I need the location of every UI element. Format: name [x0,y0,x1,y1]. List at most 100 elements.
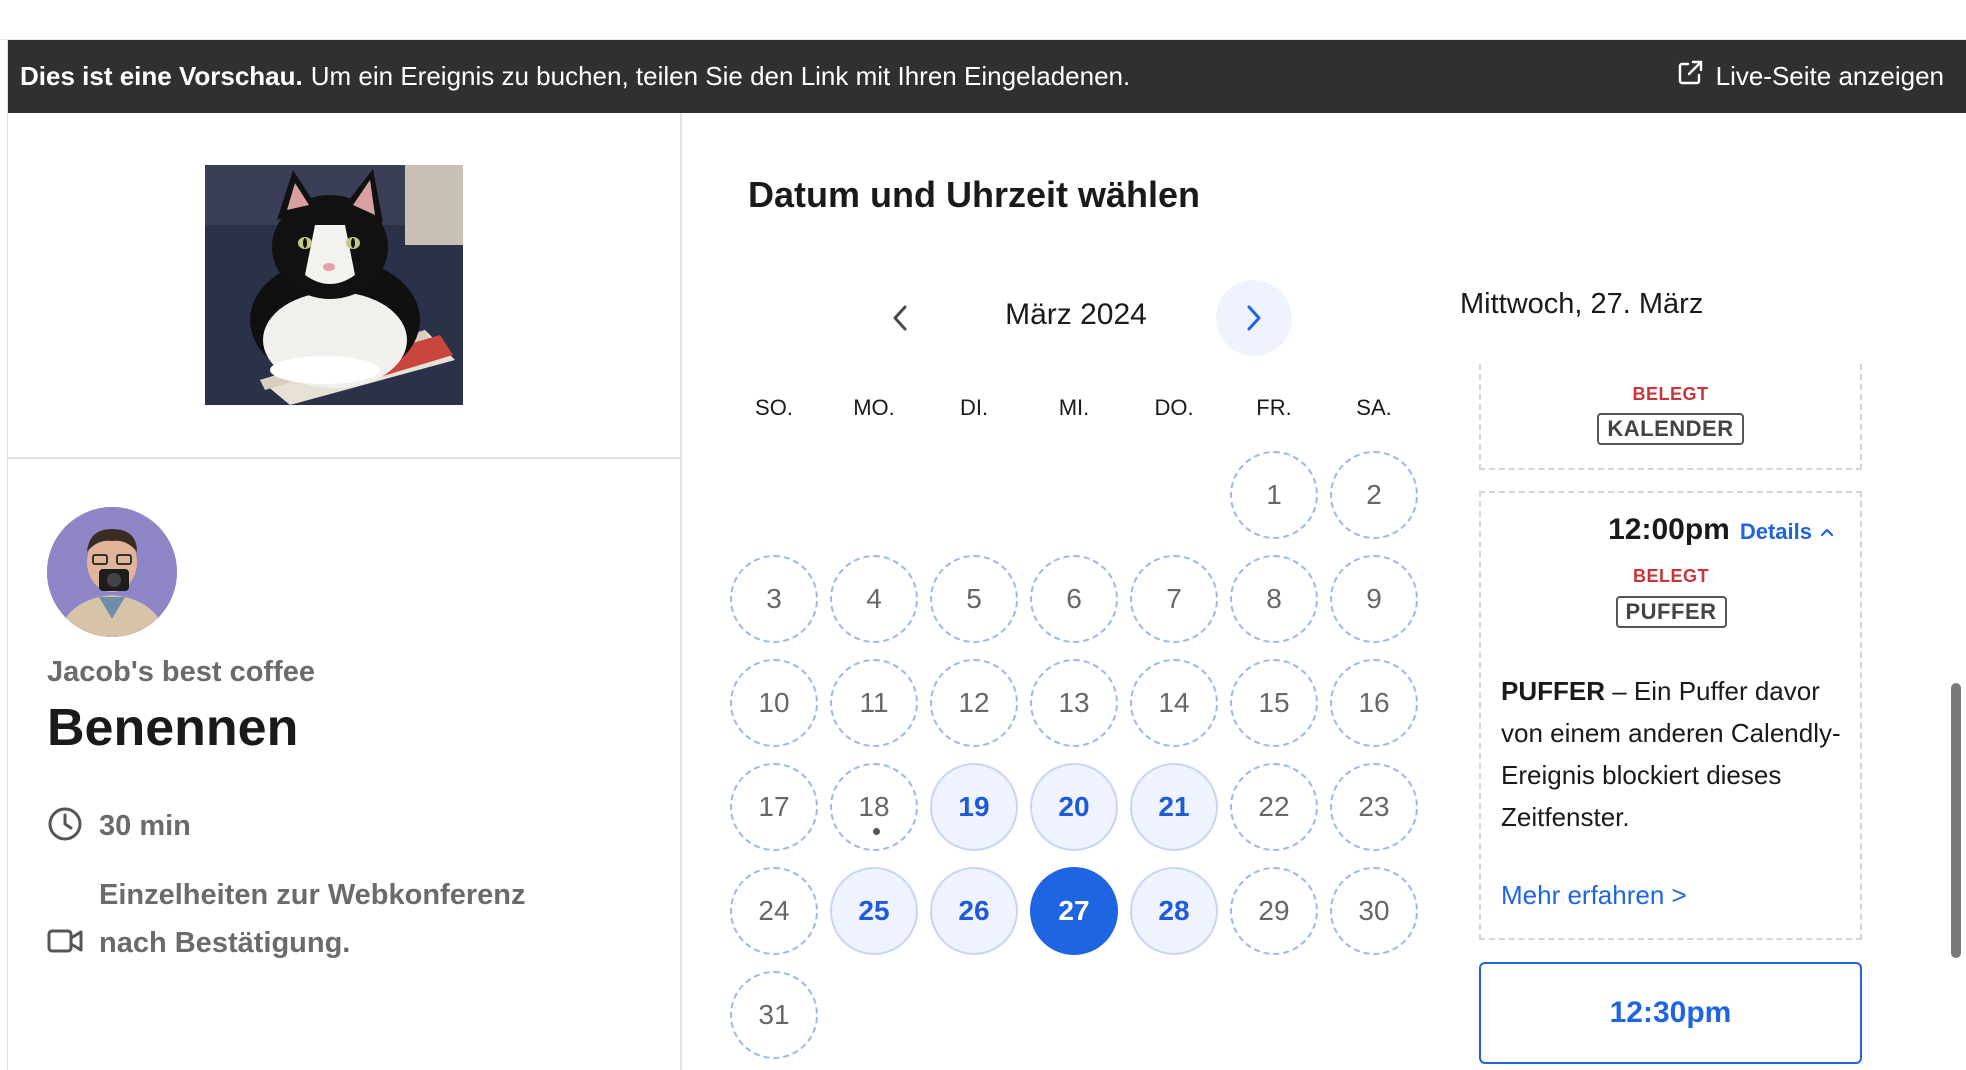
day-29-button: 29 [1230,867,1318,955]
day-cell: 10 [724,651,824,755]
weekday-label: DI. [959,395,989,420]
day-number: 10 [758,687,790,718]
day-8-button: 8 [1230,555,1318,643]
day-cell: 28 [1124,859,1224,963]
day-13-button: 13 [1030,659,1118,747]
day-number: 17 [758,791,790,822]
event-title: Benennen [47,699,299,757]
preview-banner: Dies ist eine Vorschau. Um ein Ereignis … [8,40,1966,113]
day-cell: 7 [1124,547,1224,651]
day-cell: 12 [924,651,1024,755]
day-cell: 6 [1024,547,1124,651]
empty-cell [724,443,824,547]
day-17-button: 17 [730,763,818,851]
day-3-button: 3 [730,555,818,643]
chevron-right-icon [1247,305,1261,331]
day-number: 28 [1158,895,1190,926]
day-cell: 8 [1224,547,1324,651]
day-11-button: 11 [830,659,918,747]
day-number: 21 [1158,791,1190,822]
duration-text: 30 min [99,810,191,842]
day-number: 4 [866,583,882,614]
learn-more-link[interactable]: Mehr erfahren > [1501,880,1687,911]
day-number: 9 [1366,583,1382,614]
cover-image-cat [205,165,463,405]
day-cell: 18 [824,755,924,859]
day-cell: 29 [1224,859,1324,963]
buffer-description: PUFFER – Ein Puffer davor von einem ande… [1501,670,1851,838]
time-slot-busy-buffer: 12:00pm Details BELEGT PUFFER PUFFER – E… [1479,491,1862,940]
weekday-label: MI. [1058,395,1090,420]
day-27-button[interactable]: 27 [1030,867,1118,955]
day-number: 23 [1358,791,1390,822]
next-month-button[interactable] [1216,280,1292,356]
day-number: 16 [1358,687,1390,718]
weekday-label: DO. [1154,395,1194,420]
day-12-button: 12 [930,659,1018,747]
empty-cell [824,443,924,547]
day-number: 20 [1058,791,1090,822]
day-cell: 2 [1324,443,1424,547]
day-25-button[interactable]: 25 [830,867,918,955]
day-cell: 31 [724,963,824,1067]
clock-icon [47,806,83,847]
chevron-up-icon [1820,528,1834,537]
day-5-button: 5 [930,555,1018,643]
day-number: 6 [1066,583,1082,614]
video-camera-icon [47,926,83,961]
days-grid: 1 2 3 4 5 6 7 8 9 10 11 12 13 14 15 16 17 18 19 20 21 22 23 24 2… [724,443,1424,1067]
day-cell: 17 [724,755,824,859]
day-26-button[interactable]: 26 [930,867,1018,955]
day-cell: 23 [1324,755,1424,859]
day-cell: 4 [824,547,924,651]
day-21-button[interactable]: 21 [1130,763,1218,851]
weekday-label: FR. [1256,395,1292,420]
time-slot-1230-button[interactable]: 12:30pm [1479,962,1862,1064]
details-toggle[interactable]: Details [1740,519,1834,545]
day-28-button[interactable]: 28 [1130,867,1218,955]
day-24-button: 24 [730,867,818,955]
external-link-icon [1676,59,1704,94]
day-number: 1 [1266,479,1282,510]
day-number: 18 [858,791,890,822]
day-number: 14 [1158,687,1190,718]
day-20-button[interactable]: 20 [1030,763,1118,851]
day-cell: 9 [1324,547,1424,651]
duration-row: 30 min [47,806,191,847]
day-number: 12 [958,687,990,718]
day-cell: 3 [724,547,824,651]
scrollbar-thumb[interactable] [1951,683,1961,958]
view-live-page-link[interactable]: Live-Seite anzeigen [1676,40,1944,113]
day-15-button: 15 [1230,659,1318,747]
day-cell: 27 [1024,859,1124,963]
day-number: 11 [859,687,889,718]
host-avatar [47,507,177,637]
busy-label: BELEGT [1632,566,1709,586]
buffer-tag: PUFFER [1615,596,1727,628]
day-31-button: 31 [730,971,818,1059]
scheduler-title: Datum und Uhrzeit wählen [748,174,1201,215]
day-number: 26 [958,895,990,926]
day-cell: 16 [1324,651,1424,755]
day-number: 29 [1258,895,1290,926]
day-cell: 26 [924,859,1024,963]
day-22-button: 22 [1230,763,1318,851]
busy-label: BELEGT [1632,384,1709,404]
day-cell: 25 [824,859,924,963]
day-16-button: 16 [1330,659,1418,747]
day-number: 5 [966,583,982,614]
day-2-button: 2 [1330,451,1418,539]
day-number: 2 [1366,479,1382,510]
day-cell: 15 [1224,651,1324,755]
host-name: Jacob's best coffee [47,656,315,688]
day-number: 19 [958,791,990,822]
day-7-button: 7 [1130,555,1218,643]
day-number: 8 [1266,583,1282,614]
day-4-button: 4 [830,555,918,643]
empty-cell [1024,443,1124,547]
day-19-button[interactable]: 19 [930,763,1018,851]
month-navigation: März 2024 [860,280,1292,356]
empty-cell [1124,443,1224,547]
browser-top-strip [0,0,1966,40]
day-30-button: 30 [1330,867,1418,955]
